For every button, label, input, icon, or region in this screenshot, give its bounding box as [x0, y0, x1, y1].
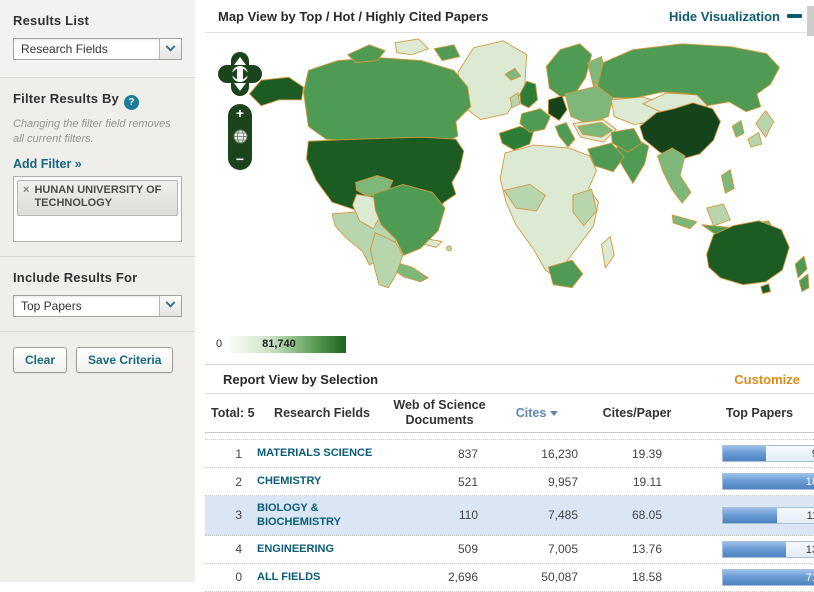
top-papers-cell: 18 — [692, 473, 814, 490]
research-field-link[interactable]: BIOLOGY & BIOCHEMISTRY — [257, 501, 387, 530]
customize-link[interactable]: Customize — [734, 372, 800, 387]
zoom-out-icon[interactable]: − — [236, 153, 244, 165]
legend-min-value: 0 — [216, 338, 222, 350]
top-papers-cell: 9 — [692, 445, 814, 462]
table-row: 3 BIOLOGY & BIOCHEMISTRY 110 7,485 68.05… — [205, 496, 814, 536]
results-list-section: Results List Research Fields — [0, 0, 195, 78]
wos-documents-value: 521 — [387, 475, 492, 489]
cites-value: 9,957 — [492, 475, 582, 489]
chevron-down-icon[interactable] — [159, 296, 181, 316]
filter-heading: Filter Results By? — [13, 91, 182, 110]
row-rank: 3 — [205, 508, 257, 522]
results-list-dropdown[interactable]: Research Fields — [13, 38, 182, 60]
legend-gradient-bar: 81,740 — [228, 336, 346, 353]
filter-list-box: × HUNAN UNIVERSITY OF TECHNOLOGY — [13, 176, 182, 242]
table-row: 4 ENGINEERING 509 7,005 13.76 13 — [205, 536, 814, 564]
report-header: Report View by Selection Customize — [205, 364, 814, 394]
minus-icon — [787, 14, 802, 18]
top-papers-bar: 18 — [722, 473, 814, 490]
cites-value: 16,230 — [492, 447, 582, 461]
wos-documents-value: 509 — [387, 542, 492, 556]
column-header-top-papers: Top Papers — [692, 406, 814, 421]
table-body: 1 MATERIALS SCIENCE 837 16,230 19.39 9 2… — [205, 439, 814, 592]
top-papers-value: 13 — [806, 544, 814, 556]
choropleth-map-svg[interactable] — [205, 33, 814, 328]
add-filter-link[interactable]: Add Filter » — [13, 157, 82, 171]
top-papers-value: 11 — [807, 510, 814, 522]
table-header-row: Total: 5 Research Fields Web of Science … — [205, 394, 814, 433]
top-papers-bar-fill — [723, 542, 786, 557]
column-header-wos-documents: Web of Science Documents — [387, 398, 492, 428]
include-results-heading: Include Results For — [13, 270, 182, 285]
column-header-cites-per-paper: Cites/Paper — [582, 406, 692, 421]
filter-chip-label: HUNAN UNIVERSITY OF TECHNOLOGY — [34, 184, 172, 212]
column-header-cites[interactable]: Cites — [492, 406, 582, 421]
clear-button[interactable]: Clear — [13, 347, 67, 373]
scrollbar-thumb[interactable] — [807, 6, 814, 36]
zoom-in-icon[interactable]: + — [236, 107, 244, 119]
top-papers-value: 18 — [806, 476, 814, 488]
map-pan-control[interactable] — [217, 51, 263, 97]
include-results-dropdown-value: Top Papers — [21, 299, 82, 313]
table-row: 0 ALL FIELDS 2,696 50,087 18.58 71 — [205, 564, 814, 592]
research-field-link[interactable]: ENGINEERING — [257, 542, 387, 556]
save-criteria-button[interactable]: Save Criteria — [76, 347, 173, 373]
legend-max-value: 81,740 — [262, 338, 296, 350]
table-row: 1 MATERIALS SCIENCE 837 16,230 19.39 9 — [205, 440, 814, 468]
top-papers-cell: 11 — [692, 507, 814, 524]
cites-value: 7,005 — [492, 542, 582, 556]
top-papers-bar: 13 — [722, 541, 814, 558]
map-zoom-control[interactable]: + − — [228, 104, 252, 170]
cites-per-paper-value: 68.05 — [582, 508, 692, 522]
include-results-dropdown[interactable]: Top Papers — [13, 295, 182, 317]
cites-per-paper-value: 19.39 — [582, 447, 692, 461]
cites-value: 7,485 — [492, 508, 582, 522]
map-legend: 0 81,740 — [205, 334, 814, 354]
map-controls: + − — [217, 51, 263, 170]
top-papers-bar-fill — [723, 474, 814, 489]
top-papers-bar: 9 — [722, 445, 814, 462]
wos-documents-value: 110 — [387, 508, 492, 522]
wos-documents-value: 837 — [387, 447, 492, 461]
total-count: Total: 5 — [205, 406, 257, 421]
column-header-research-fields: Research Fields — [257, 406, 387, 421]
sidebar: Results List Research Fields Filter Resu… — [0, 0, 195, 582]
row-rank: 2 — [205, 475, 257, 489]
visualization-header: Map View by Top / Hot / Highly Cited Pap… — [205, 0, 814, 33]
cites-per-paper-value: 13.76 — [582, 542, 692, 556]
filter-section: Filter Results By? Changing the filter f… — [0, 78, 195, 257]
top-papers-cell: 13 — [692, 541, 814, 558]
filter-note: Changing the filter field removes all cu… — [13, 117, 182, 147]
top-papers-bar-fill — [723, 446, 766, 461]
filter-chip[interactable]: × HUNAN UNIVERSITY OF TECHNOLOGY — [17, 180, 178, 217]
top-papers-bar: 11 — [722, 507, 814, 524]
report-title: Report View by Selection — [223, 372, 378, 387]
top-papers-bar: 71 — [722, 569, 814, 586]
main-content: Map View by Top / Hot / Highly Cited Pap… — [205, 0, 814, 582]
results-list-dropdown-value: Research Fields — [21, 42, 108, 56]
research-field-link[interactable]: ALL FIELDS — [257, 570, 387, 584]
visualization-title: Map View by Top / Hot / Highly Cited Pap… — [218, 9, 488, 24]
hide-visualization-link[interactable]: Hide Visualization — [669, 9, 802, 24]
include-results-section: Include Results For Top Papers — [0, 257, 195, 332]
world-map[interactable]: + − — [205, 33, 814, 328]
cites-per-paper-value: 19.11 — [582, 475, 692, 489]
sidebar-actions: Clear Save Criteria — [0, 332, 195, 388]
chevron-down-icon[interactable] — [159, 39, 181, 59]
row-rank: 1 — [205, 447, 257, 461]
globe-icon[interactable] — [233, 129, 248, 144]
sort-desc-icon — [550, 411, 558, 416]
top-papers-bar-fill — [723, 508, 777, 523]
table-row: 2 CHEMISTRY 521 9,957 19.11 18 — [205, 468, 814, 496]
top-papers-bar-fill — [723, 570, 814, 585]
results-list-heading: Results List — [13, 13, 182, 28]
research-field-link[interactable]: MATERIALS SCIENCE — [257, 446, 387, 460]
remove-filter-icon[interactable]: × — [23, 184, 29, 212]
row-rank: 4 — [205, 542, 257, 556]
top-papers-cell: 71 — [692, 569, 814, 586]
help-icon[interactable]: ? — [124, 95, 139, 110]
research-field-link[interactable]: CHEMISTRY — [257, 474, 387, 488]
